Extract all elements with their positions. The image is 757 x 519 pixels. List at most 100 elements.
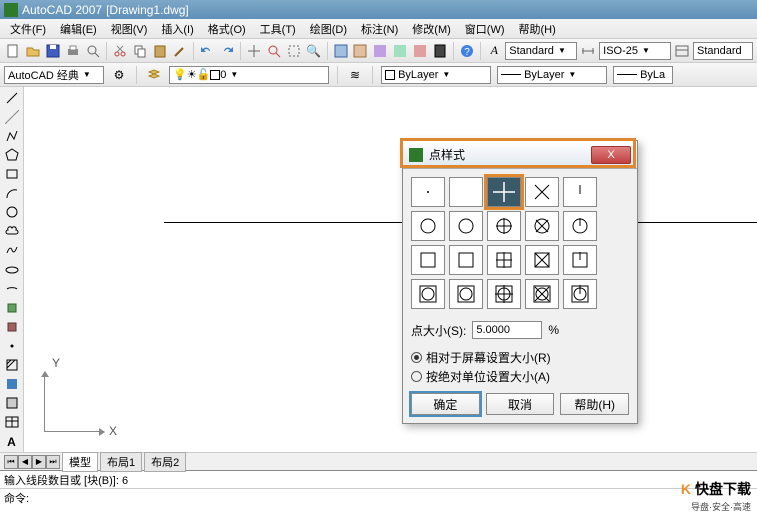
arc-icon[interactable]	[3, 185, 21, 202]
point-style-circle[interactable]	[449, 211, 483, 241]
layer-prev-icon[interactable]: ≋	[346, 66, 364, 84]
linetype-combo[interactable]: ByLayer▼	[497, 66, 607, 84]
circle-icon[interactable]	[3, 204, 21, 221]
make-block-icon[interactable]	[3, 318, 21, 335]
point-style-circle-dot[interactable]	[411, 211, 445, 241]
menu-file[interactable]: 文件(F)	[4, 19, 52, 39]
tool-palette-icon[interactable]	[371, 42, 389, 60]
menu-window[interactable]: 窗口(W)	[459, 19, 511, 39]
model-tab[interactable]: 模型	[62, 452, 98, 472]
mtext-icon[interactable]: A	[3, 433, 21, 450]
text-style-icon[interactable]: A	[485, 42, 503, 60]
point-style-square-x[interactable]	[525, 245, 559, 275]
table-style-combo[interactable]: Standard	[693, 42, 753, 60]
new-icon[interactable]	[4, 42, 22, 60]
polyline-icon[interactable]	[3, 127, 21, 144]
relative-size-radio[interactable]	[411, 352, 422, 363]
table-style-icon[interactable]	[673, 42, 691, 60]
dim-style-combo[interactable]: ISO-25▼	[599, 42, 671, 60]
point-style-square-plus[interactable]	[487, 245, 521, 275]
help-button[interactable]: 帮助(H)	[560, 393, 629, 415]
tab-first-icon[interactable]: ⏮	[4, 455, 18, 469]
point-style-dot[interactable]	[411, 177, 445, 207]
hatch-icon[interactable]	[3, 357, 21, 374]
drawing-canvas[interactable]: Y X	[24, 87, 757, 452]
revision-cloud-icon[interactable]	[3, 223, 21, 240]
calculator-icon[interactable]	[431, 42, 449, 60]
menu-dimension[interactable]: 标注(N)	[355, 19, 404, 39]
region-icon[interactable]	[3, 395, 21, 412]
point-style-square-circle-tick[interactable]	[563, 279, 597, 309]
zoom-prev-icon[interactable]: 🔍	[305, 42, 323, 60]
print-icon[interactable]	[64, 42, 82, 60]
point-style-circle-x[interactable]	[525, 211, 559, 241]
point-style-tick[interactable]	[563, 177, 597, 207]
rectangle-icon[interactable]	[3, 165, 21, 182]
point-style-square[interactable]	[449, 245, 483, 275]
layer-combo[interactable]: 💡 ☀ 🔓 0 ▼	[169, 66, 329, 84]
dim-style-icon[interactable]	[579, 42, 597, 60]
point-style-square-circle-plus[interactable]	[487, 279, 521, 309]
menu-modify[interactable]: 修改(M)	[406, 19, 457, 39]
ok-button[interactable]: 确定	[411, 393, 480, 415]
paste-icon[interactable]	[151, 42, 169, 60]
menu-edit[interactable]: 编辑(E)	[54, 19, 103, 39]
construction-line-icon[interactable]	[3, 108, 21, 125]
ellipse-icon[interactable]	[3, 261, 21, 278]
point-style-x[interactable]	[525, 177, 559, 207]
point-style-circle-plus[interactable]	[487, 211, 521, 241]
match-icon[interactable]	[171, 42, 189, 60]
command-input[interactable]: 命令:	[0, 488, 757, 506]
tab-next-icon[interactable]: ▶	[32, 455, 46, 469]
layout2-tab[interactable]: 布局2	[144, 452, 186, 472]
zoom-icon[interactable]	[265, 42, 283, 60]
cancel-button[interactable]: 取消	[486, 393, 555, 415]
properties-icon[interactable]	[332, 42, 350, 60]
sheet-set-icon[interactable]	[391, 42, 409, 60]
menu-view[interactable]: 视图(V)	[105, 19, 154, 39]
open-icon[interactable]	[24, 42, 42, 60]
line-icon[interactable]	[3, 89, 21, 106]
layer-manager-icon[interactable]	[145, 66, 163, 84]
point-style-blank[interactable]	[449, 177, 483, 207]
tab-prev-icon[interactable]: ◀	[18, 455, 32, 469]
lineweight-combo[interactable]: ByLa	[613, 66, 673, 84]
undo-icon[interactable]	[198, 42, 216, 60]
point-style-square-circle-dot[interactable]	[411, 279, 445, 309]
table-icon[interactable]	[3, 414, 21, 431]
design-center-icon[interactable]	[352, 42, 370, 60]
polygon-icon[interactable]	[3, 146, 21, 163]
point-icon[interactable]	[3, 337, 21, 354]
redo-icon[interactable]	[218, 42, 236, 60]
markup-icon[interactable]	[411, 42, 429, 60]
point-style-square-dot[interactable]	[411, 245, 445, 275]
point-style-square-circle[interactable]	[449, 279, 483, 309]
point-size-input[interactable]	[472, 321, 542, 339]
pan-icon[interactable]	[245, 42, 263, 60]
absolute-size-radio-row[interactable]: 按绝对单位设置大小(A)	[411, 368, 629, 385]
menu-insert[interactable]: 插入(I)	[155, 19, 199, 39]
point-style-plus[interactable]	[487, 177, 521, 207]
point-style-circle-tick[interactable]	[563, 211, 597, 241]
save-icon[interactable]	[44, 42, 62, 60]
copy-icon[interactable]	[131, 42, 149, 60]
preview-icon[interactable]	[84, 42, 102, 60]
zoom-window-icon[interactable]	[285, 42, 303, 60]
menu-help[interactable]: 帮助(H)	[513, 19, 562, 39]
cut-icon[interactable]	[111, 42, 129, 60]
ellipse-arc-icon[interactable]	[3, 280, 21, 297]
menu-tools[interactable]: 工具(T)	[254, 19, 302, 39]
help-icon[interactable]: ?	[458, 42, 476, 60]
gradient-icon[interactable]	[3, 376, 21, 393]
insert-block-icon[interactable]	[3, 299, 21, 316]
relative-size-radio-row[interactable]: 相对于屏幕设置大小(R)	[411, 349, 629, 366]
menu-draw[interactable]: 绘图(D)	[304, 19, 353, 39]
text-style-combo[interactable]: Standard▼	[505, 42, 577, 60]
workspace-combo[interactable]: AutoCAD 经典▼	[4, 66, 104, 84]
absolute-size-radio[interactable]	[411, 371, 422, 382]
spline-icon[interactable]	[3, 242, 21, 259]
workspace-settings-icon[interactable]: ⚙	[110, 66, 128, 84]
tab-last-icon[interactable]: ⏭	[46, 455, 60, 469]
point-style-square-circle-x[interactable]	[525, 279, 559, 309]
layout1-tab[interactable]: 布局1	[100, 452, 142, 472]
